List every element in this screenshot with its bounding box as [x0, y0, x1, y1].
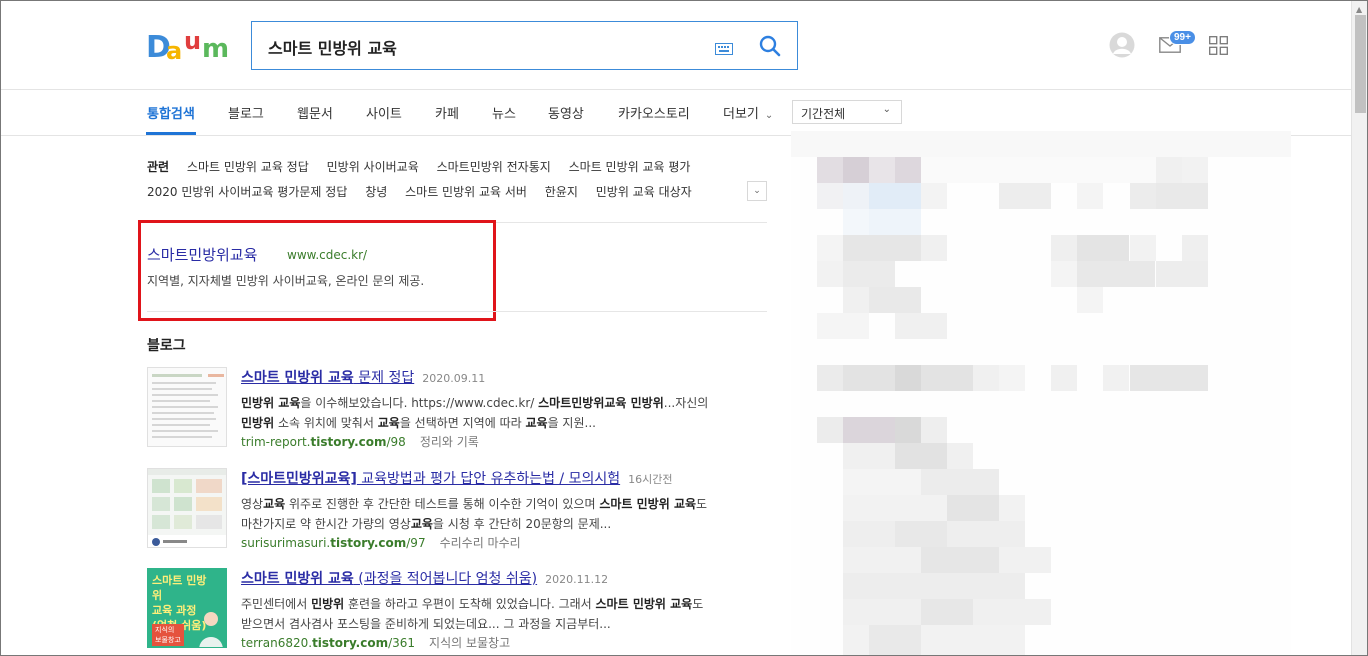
related-link[interactable]: 스마트 민방위 교육 평가 [569, 160, 691, 174]
related-link[interactable]: 2020 민방위 사이버교육 평가문제 정답 [147, 185, 347, 199]
blog-thumbnail[interactable] [147, 468, 227, 548]
blog-result-2: [스마트민방위교육] 교육방법과 평가 답안 유추하는법 / 모의시험 16시간전… [147, 468, 767, 550]
search-tabs: 통합검색 블로그 웹문서 사이트 카페 뉴스 동영상 카카오스토리 더보기 ⌄ 기… [1, 90, 1351, 136]
blog-source[interactable]: trim-report.tistory.com/98 정리와 기록 [241, 433, 479, 450]
mail-count-badge: 99+ [1169, 30, 1196, 45]
blog-date: 2020.09.11 [422, 372, 486, 385]
blog-name[interactable]: 정리와 기록 [420, 435, 479, 449]
blog-date: 16시간전 [628, 473, 673, 486]
thumbnail-text: 스마트 민방위 [152, 574, 207, 602]
blog-title[interactable]: 스마트 민방위 교육 (과정을 적어봅니다 엄청 쉬움) 2020.11.12 [241, 568, 608, 588]
user-icon[interactable] [1109, 32, 1135, 58]
related-expand-button[interactable]: ⌄ [747, 181, 767, 201]
svg-text:u: u [184, 27, 201, 55]
chevron-down-icon: ⌄ [764, 110, 774, 121]
svg-text:a: a [166, 37, 182, 63]
related-link[interactable]: 민방위 교육 대상자 [596, 185, 692, 199]
chevron-down-icon: ⌄ [753, 186, 761, 196]
site-result-url[interactable]: www.cdec.kr/ [287, 248, 367, 262]
tab-video[interactable]: 동영상 [548, 103, 584, 122]
blog-section-title: 블로그 [147, 338, 186, 354]
thumbnail-text: 보물창고 [155, 636, 181, 644]
related-row-2: 2020 민방위 사이버교육 평가문제 정답 창녕 스마트 민방위 교육 서버 … [147, 183, 706, 200]
blog-snippet-line: 주민센터에서 민방위 훈련을 하라고 우편이 도착해 있었습니다. 그래서 스마… [241, 597, 704, 611]
thumbnail-text: 지식의 [155, 626, 175, 634]
tab-site[interactable]: 사이트 [366, 103, 402, 122]
blog-source[interactable]: terran6820.tistory.com/361 지식의 보물창고 [241, 634, 510, 651]
daum-logo[interactable]: D a u m [146, 27, 234, 65]
keyboard-icon[interactable] [715, 40, 733, 55]
blog-snippet: 영상교육 위주로 진행한 후 간단한 테스트를 통해 이수한 기억이 있으며 스… [241, 494, 761, 534]
tab-cafe[interactable]: 카페 [435, 103, 459, 122]
blog-snippet-line: 받으면서 겸사겸사 포스팅을 준비하게 되었는데요... 그 과정을 지금부터.… [241, 617, 611, 631]
related-row-1: 관련 스마트 민방위 교육 정답 민방위 사이버교육 스마트민방위 전자통지 스… [147, 158, 704, 175]
related-link[interactable]: 스마트 민방위 교육 서버 [405, 185, 527, 199]
blog-snippet: 민방위 교육을 이수해보았습니다. https://www.cdec.kr/ 스… [241, 393, 761, 433]
blog-thumbnail[interactable]: 스마트 민방위 교육 과정 (엄청 쉬움) 지식의 보물창고 [147, 568, 227, 648]
blog-thumbnail[interactable] [147, 367, 227, 447]
blog-date: 2020.11.12 [545, 573, 609, 586]
blog-snippet-line: 민방위 교육을 이수해보았습니다. https://www.cdec.kr/ 스… [241, 396, 709, 410]
browser-page: D a u m 스마트 민방위 교육 99+ 통합검색 블로그 웹문서 사이트 … [0, 0, 1368, 656]
highlight-box [138, 220, 496, 321]
pixelated-sidebar [791, 131, 1291, 655]
svg-text:m: m [202, 34, 229, 63]
divider [147, 311, 767, 312]
related-link[interactable]: 스마트민방위 전자통지 [437, 160, 551, 174]
search-box[interactable]: 스마트 민방위 교육 [251, 21, 798, 70]
search-icon[interactable] [758, 34, 782, 58]
blog-title[interactable]: 스마트 민방위 교육 문제 정답 2020.09.11 [241, 367, 485, 387]
blog-title[interactable]: [스마트민방위교육] 교육방법과 평가 답안 유추하는법 / 모의시험 16시간전 [241, 468, 672, 488]
related-link[interactable]: 창녕 [365, 185, 387, 199]
blog-snippet: 주민센터에서 민방위 훈련을 하라고 우편이 도착해 있었습니다. 그래서 스마… [241, 594, 761, 634]
search-input[interactable]: 스마트 민방위 교육 [268, 35, 397, 59]
chevron-down-icon: ⌄ [882, 104, 891, 115]
header: D a u m 스마트 민방위 교육 99+ [1, 1, 1351, 90]
blog-result-1: 스마트 민방위 교육 문제 정답 2020.09.11 민방위 교육을 이수해보았… [147, 367, 767, 449]
tab-web[interactable]: 웹문서 [297, 103, 333, 122]
scrollbar-thumb[interactable] [1355, 15, 1366, 113]
related-link[interactable]: 스마트 민방위 교육 정답 [187, 160, 309, 174]
period-select-value: 기간전체 [801, 107, 846, 121]
site-result-title[interactable]: 스마트민방위교육 [147, 244, 257, 265]
related-link[interactable]: 한윤지 [545, 185, 578, 199]
tab-all[interactable]: 통합검색 [147, 103, 195, 122]
tab-news[interactable]: 뉴스 [492, 103, 516, 122]
vertical-scrollbar[interactable]: ▲ [1351, 1, 1367, 655]
tab-kakaostory[interactable]: 카카오스토리 [618, 103, 690, 122]
site-result-description: 지역별, 지자체별 민방위 사이버교육, 온라인 문의 제공. [147, 274, 425, 288]
blog-result-3: 스마트 민방위 교육 과정 (엄청 쉬움) 지식의 보물창고 스마트 민방위 교… [147, 568, 767, 650]
active-tab-indicator [146, 132, 196, 135]
blog-name[interactable]: 수리수리 마수리 [440, 536, 521, 550]
related-label: 관련 [147, 160, 170, 174]
tab-more-label: 더보기 [723, 107, 759, 122]
apps-grid-icon[interactable] [1209, 36, 1228, 55]
blog-snippet-line: 마찬가지로 약 한시간 가량의 영상교육을 시청 후 간단히 20문항의 문제.… [241, 517, 612, 531]
period-select[interactable]: 기간전체 ⌄ [792, 100, 902, 124]
blog-snippet-line: 영상교육 위주로 진행한 후 간단한 테스트를 통해 이수한 기억이 있으며 스… [241, 497, 708, 511]
tab-more[interactable]: 더보기 ⌄ [723, 103, 773, 122]
blog-snippet-line: 민방위 소속 위치에 맞춰서 교육을 선택하면 지역에 따라 교육을 지원... [241, 416, 596, 430]
blog-name[interactable]: 지식의 보물창고 [429, 636, 510, 650]
tab-blog[interactable]: 블로그 [228, 103, 264, 122]
related-link[interactable]: 민방위 사이버교육 [327, 160, 419, 174]
blog-source[interactable]: surisurimasuri.tistory.com/97 수리수리 마수리 [241, 534, 521, 551]
scroll-up-arrow-icon[interactable]: ▲ [1356, 5, 1362, 14]
